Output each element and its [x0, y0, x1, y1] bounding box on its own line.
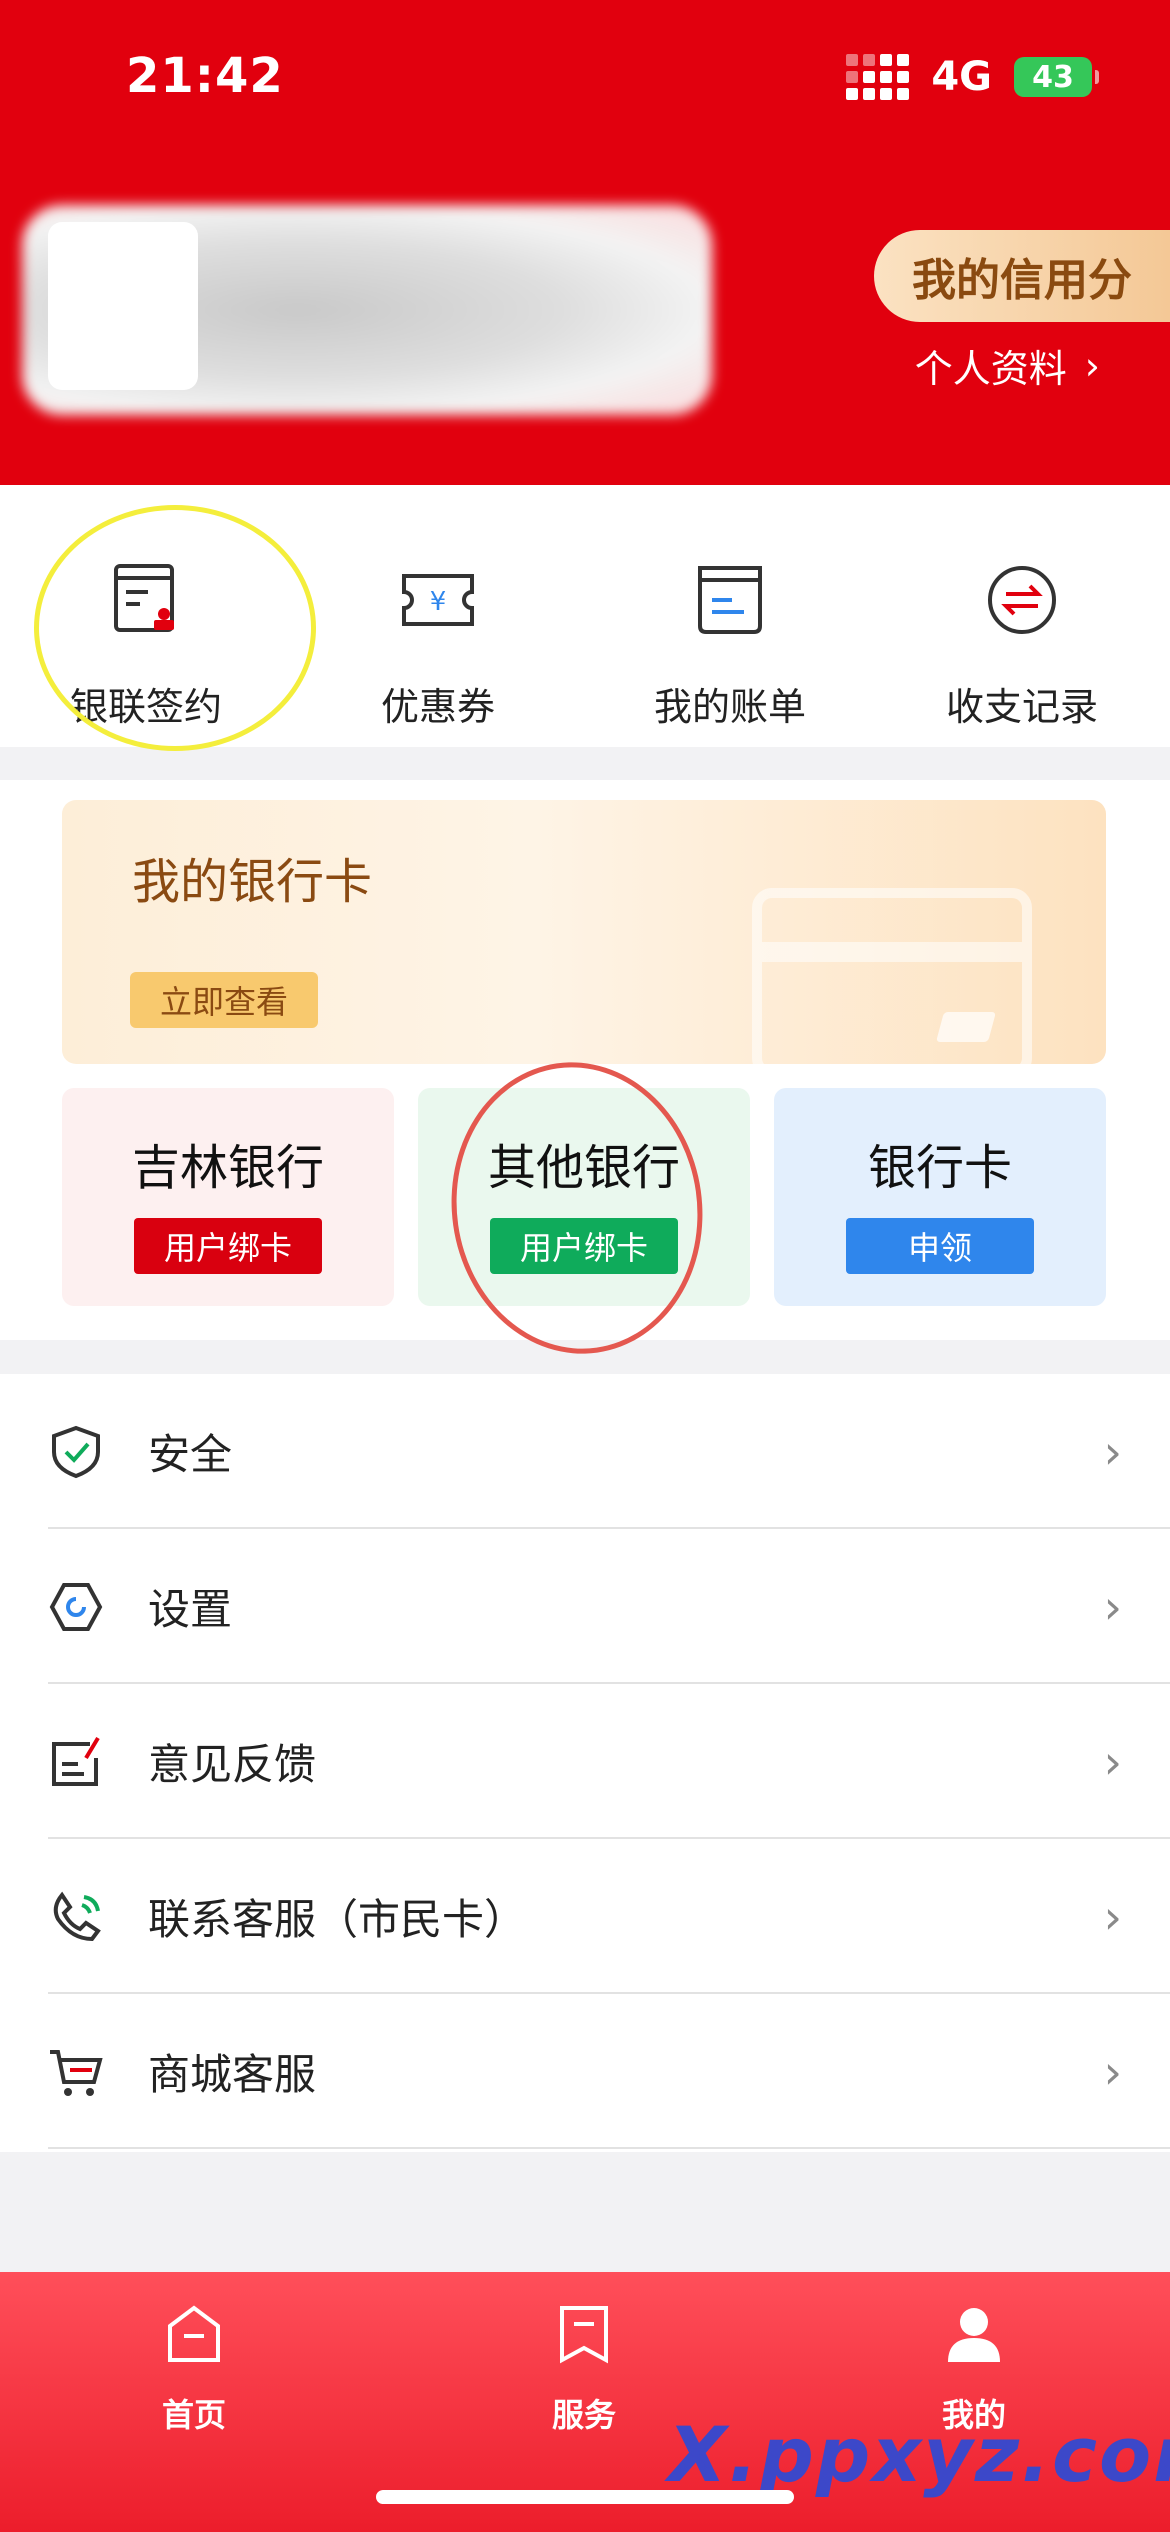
- chevron-right-icon: ›: [1103, 1579, 1122, 1634]
- action-label: 优惠券: [380, 685, 495, 729]
- settings-menu: 安全 › 设置 › 意见反馈 › 联系客服（市民卡） › 商城客服 ›: [0, 1374, 1170, 2152]
- chevron-right-icon: ›: [1103, 1424, 1122, 1479]
- apply-card-button[interactable]: 申领: [846, 1218, 1034, 1274]
- chevron-right-icon: ›: [1103, 1734, 1122, 1789]
- svg-text:¥: ¥: [430, 587, 447, 617]
- watermark: X.ppxyz.com: [668, 2410, 1170, 2499]
- tab-label: 服务: [551, 2396, 616, 2434]
- action-coupons[interactable]: ¥ 优惠券: [292, 485, 584, 747]
- bank-tile-apply[interactable]: 银行卡 申领: [774, 1088, 1106, 1306]
- chevron-right-icon: ›: [1084, 343, 1100, 388]
- shield-check-icon: [52, 1425, 100, 1478]
- home-indicator[interactable]: [376, 2490, 794, 2504]
- action-label: 我的账单: [653, 685, 806, 729]
- tab-services[interactable]: 服务: [484, 2302, 684, 2436]
- tab-label: 首页: [161, 2396, 226, 2434]
- action-label: 收支记录: [945, 685, 1098, 729]
- status-time: 21:42: [126, 48, 284, 104]
- menu-label: 联系客服（市民卡）: [148, 1895, 527, 1944]
- card-illustration-icon: [752, 888, 1032, 1064]
- action-transactions[interactable]: 收支记录: [876, 485, 1168, 747]
- bill-icon: [698, 566, 762, 634]
- menu-label: 商城客服: [148, 2050, 317, 2099]
- bank-name: 吉林银行: [131, 1140, 324, 1196]
- menu-item-settings[interactable]: 设置 ›: [0, 1529, 1170, 1684]
- menu-item-mall-service[interactable]: 商城客服 ›: [0, 1994, 1170, 2149]
- action-my-bills[interactable]: 我的账单: [584, 485, 876, 747]
- settings-hex-icon: [49, 1582, 103, 1631]
- tab-home[interactable]: 首页: [94, 2302, 294, 2436]
- my-bank-card-banner[interactable]: 我的银行卡 立即查看: [62, 800, 1106, 1064]
- profile-page: 21:42 4G 43 我的信用分 个人资料 › 银联签约 ¥ 优惠券 我的账单…: [0, 0, 1170, 2532]
- transfer-arrows-icon: [988, 566, 1056, 634]
- chevron-right-icon: ›: [1103, 1889, 1122, 1944]
- signal-icon: [846, 54, 910, 100]
- network-label: 4G: [931, 54, 992, 100]
- service-bookmark-icon: [560, 2306, 608, 2364]
- avatar[interactable]: [48, 222, 198, 390]
- bank-name: 银行卡: [867, 1140, 1012, 1196]
- bank-tile-jilin[interactable]: 吉林银行 用户绑卡: [62, 1088, 394, 1306]
- bank-card-title: 我的银行卡: [132, 854, 373, 910]
- menu-item-customer-service-citizen-card[interactable]: 联系客服（市民卡） ›: [0, 1839, 1170, 1994]
- highlight-annotation: [34, 505, 316, 751]
- profile-link[interactable]: 个人资料 ›: [915, 338, 1100, 393]
- header: 21:42 4G 43 我的信用分 个人资料 ›: [0, 0, 1170, 485]
- feedback-icon: [52, 1736, 100, 1786]
- cart-icon: [50, 2049, 103, 2096]
- phone-icon: [53, 1891, 101, 1941]
- menu-item-feedback[interactable]: 意见反馈 ›: [0, 1684, 1170, 1839]
- menu-label: 安全: [148, 1430, 233, 1479]
- status-icons: 4G 43: [846, 54, 1099, 100]
- bind-card-button[interactable]: 用户绑卡: [134, 1218, 322, 1274]
- chevron-right-icon: ›: [1103, 2044, 1122, 2099]
- menu-label: 设置: [148, 1585, 233, 1634]
- home-icon: [168, 2305, 220, 2362]
- battery-icon: 43: [1014, 57, 1099, 97]
- person-icon: [948, 2308, 1000, 2362]
- menu-label: 意见反馈: [148, 1740, 317, 1789]
- coupon-ticket-icon: ¥: [402, 574, 474, 626]
- profile-link-label: 个人资料: [914, 347, 1067, 391]
- menu-item-security[interactable]: 安全 ›: [0, 1374, 1170, 1529]
- view-now-button[interactable]: 立即查看: [130, 972, 318, 1028]
- credit-score-button[interactable]: 我的信用分: [874, 230, 1170, 322]
